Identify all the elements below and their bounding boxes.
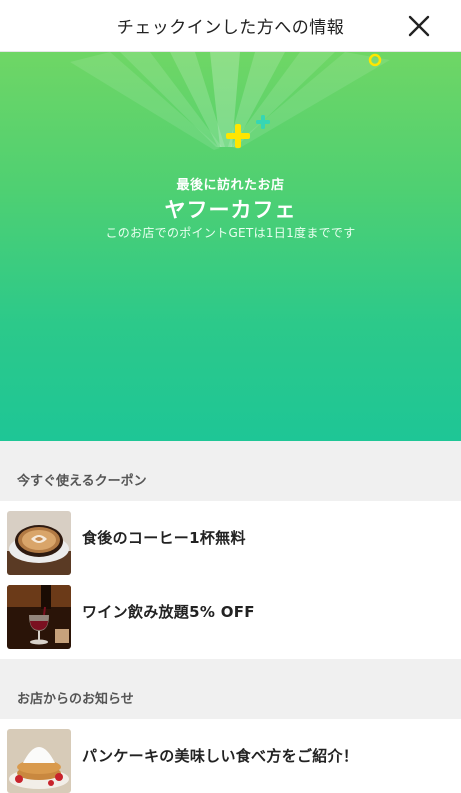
header-bar: チェックインした方への情報 (0, 0, 461, 52)
sparkle-plus-teal-icon (256, 115, 270, 129)
close-icon (408, 15, 430, 37)
news-section-title: お店からのお知らせ (17, 692, 134, 707)
hero-subtitle: 最後に訪れたお店 (176, 178, 285, 193)
coupons-section-header: 今すぐ使えるクーポン (0, 441, 461, 501)
close-button[interactable] (405, 12, 433, 40)
pancake-thumbnail (7, 729, 71, 793)
coupons-section-title: 今すぐ使えるクーポン (17, 474, 147, 489)
coupon-item[interactable]: 食後のコーヒー1杯無料 (0, 501, 461, 575)
coupon-label: 食後のコーヒー1杯無料 (82, 529, 246, 547)
shop-name: ヤフーカフェ (164, 198, 297, 222)
news-item[interactable]: パンケーキの美味しい食べ方をご紹介！ (0, 719, 461, 793)
sparkle-plus-yellow-icon (226, 124, 250, 148)
sparkle-ring-icon (368, 53, 382, 67)
wine-thumbnail (7, 585, 71, 649)
coffee-thumbnail (7, 511, 71, 575)
news-section-header: お店からのお知らせ (0, 659, 461, 719)
coupon-label: ワイン飲み放題5% OFF (82, 603, 255, 621)
hero-banner: 最後に訪れたお店 ヤフーカフェ このお店でのポイントGETは1日1度までです (0, 52, 461, 441)
news-label: パンケーキの美味しい食べ方をご紹介！ (82, 747, 359, 765)
points-note: このお店でのポイントGETは1日1度までです (105, 226, 356, 240)
page-title: チェックインした方への情報 (116, 18, 345, 38)
coupon-item[interactable]: ワイン飲み放題5% OFF (0, 575, 461, 649)
checkin-info-screen: チェックインした方への情報 最後に訪れたお店 ヤフーカフェ このお店でのポイント… (0, 0, 461, 793)
